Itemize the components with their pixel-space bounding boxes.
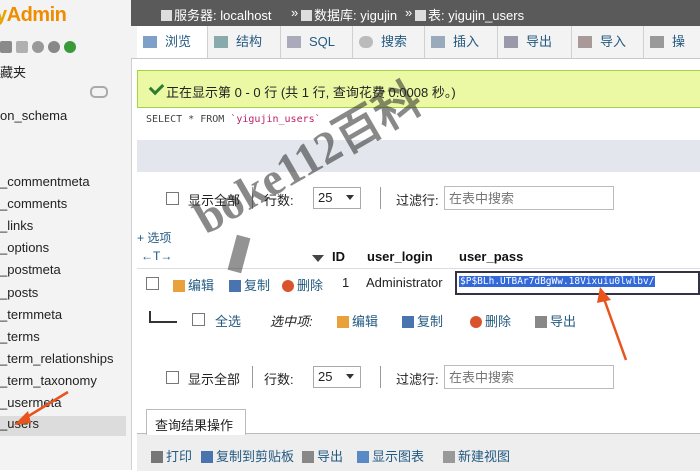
annotation-arrow-password bbox=[597, 287, 628, 361]
annotation-arrow-sidebar bbox=[14, 390, 69, 425]
annotation-arrows bbox=[14, 287, 628, 425]
